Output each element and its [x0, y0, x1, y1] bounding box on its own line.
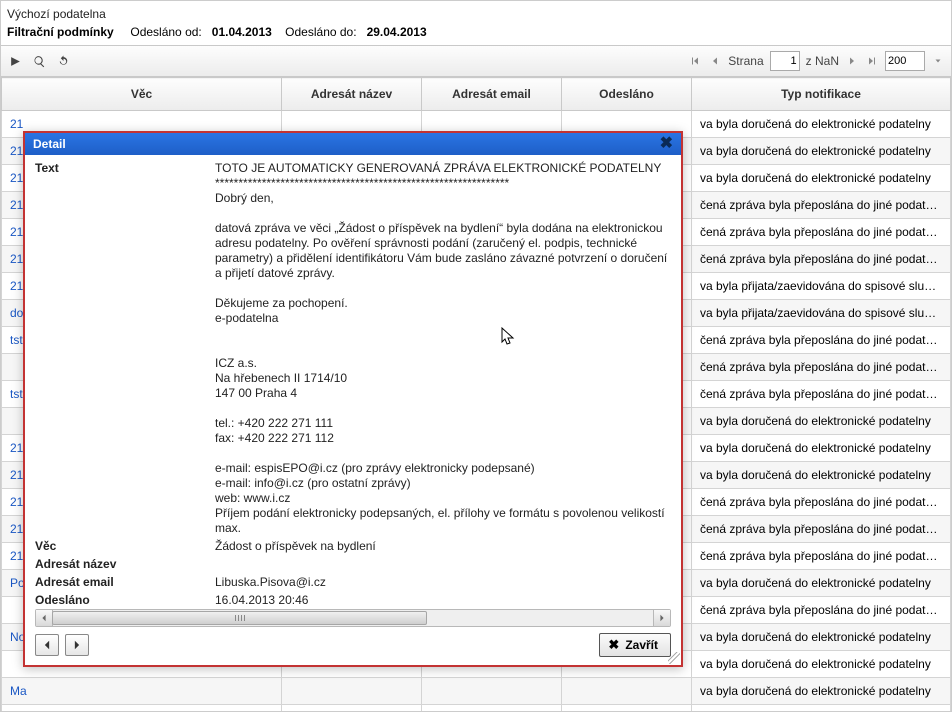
cell-typ: va byla doručená do elektronické podatel…: [692, 462, 951, 489]
detail-email-value: Libuska.Pisova@i.cz: [215, 574, 671, 590]
cell-typ: va byla přijata/zaevidována do spisové s…: [692, 300, 951, 327]
cell-typ: čená zpráva byla přeposlána do jiné poda…: [692, 354, 951, 381]
table-row[interactable]: Ma va byla doručená do elektronické podat…: [2, 678, 951, 705]
col-adresat-email[interactable]: Adresát email: [422, 78, 562, 111]
cell-typ: va byla doručená do elektronické podatel…: [692, 111, 951, 138]
detail-text-label: Text: [35, 161, 215, 536]
detail-title-text: Detail: [33, 137, 66, 151]
sent-from-label: Odesláno od:: [130, 25, 201, 39]
close-button-x-icon: ✖: [608, 637, 619, 653]
cell-typ: čená zpráva byla přeposlána do jiné poda…: [692, 246, 951, 273]
cell-typ: čená zpráva byla přeposlána do jiné poda…: [692, 516, 951, 543]
col-adresat-nazev[interactable]: Adresát název: [282, 78, 422, 111]
cell-email: [422, 678, 562, 705]
detail-nazev-label: Adresát název: [35, 556, 215, 572]
prev-record-button[interactable]: [35, 634, 59, 656]
first-page-icon[interactable]: [688, 54, 702, 68]
cell-typ: va byla přijata/zaevidována do spisové s…: [692, 273, 951, 300]
close-button[interactable]: ✖ Zavřít: [599, 633, 671, 657]
search-icon[interactable]: [31, 53, 47, 69]
sent-to-label: Odesláno do:: [285, 25, 356, 39]
detail-email-label: Adresát email: [35, 574, 215, 590]
page-label: Strana: [728, 54, 763, 68]
scroll-right-icon[interactable]: [653, 610, 670, 626]
next-record-button[interactable]: [65, 634, 89, 656]
detail-text-value: TOTO JE AUTOMATICKY GENEROVANÁ ZPRÁVA EL…: [215, 161, 671, 536]
cell-typ: va byla doručená do elektronické podatel…: [692, 165, 951, 192]
cell-typ: va byla doručená do elektronické podatel…: [692, 408, 951, 435]
col-vec[interactable]: Věc: [2, 78, 282, 111]
sent-from-value: 01.04.2013: [212, 25, 272, 39]
cell-typ: čená zpráva byla přeposlána do jiné poda…: [692, 192, 951, 219]
cell-vec: Ma: [2, 678, 282, 705]
page-size-dropdown-icon[interactable]: [931, 54, 945, 68]
cell-typ: va byla doručená do elektronické podatel…: [692, 624, 951, 651]
col-typ[interactable]: Typ notifikace: [692, 78, 951, 111]
cell-typ: čená zpráva byla přeposlána do jiné poda…: [692, 327, 951, 354]
detail-dialog: Detail ✖ Text TOTO JE AUTOMATICKY GENERO…: [23, 131, 683, 667]
prev-page-icon[interactable]: [708, 54, 722, 68]
cell-typ: čená zpráva byla přeposlána do jiné poda…: [692, 381, 951, 408]
detail-vec-value: Žádost o příspěvek na bydlení: [215, 538, 671, 554]
cell-typ: va byla doručená do elektronické podatel…: [692, 570, 951, 597]
detail-vec-label: Věc: [35, 538, 215, 554]
page-of-label: z NaN: [806, 54, 839, 68]
next-page-icon[interactable]: [845, 54, 859, 68]
table-row[interactable]: Ma va byla doručená do elektronické podat…: [2, 705, 951, 712]
toolbar: Strana z NaN: [1, 45, 951, 77]
refresh-icon[interactable]: [55, 53, 71, 69]
cell-email: [422, 705, 562, 712]
last-page-icon[interactable]: [865, 54, 879, 68]
filter-label: Filtrační podmínky: [7, 25, 114, 39]
scroll-thumb[interactable]: [52, 611, 427, 625]
page-size-input[interactable]: [885, 51, 925, 71]
cell-odeslano: [562, 678, 692, 705]
pager: Strana z NaN: [688, 51, 945, 71]
cell-odeslano: [562, 705, 692, 712]
page-title: Výchozí podatelna: [7, 5, 941, 23]
close-button-label: Zavřít: [625, 638, 658, 652]
cell-nazev: [282, 678, 422, 705]
detail-hscroll[interactable]: [35, 609, 671, 627]
cell-nazev: [282, 705, 422, 712]
detail-odeslano-label: Odesláno: [35, 592, 215, 605]
detail-titlebar[interactable]: Detail ✖: [25, 133, 681, 155]
cell-typ: čená zpráva byla přeposlána do jiné poda…: [692, 543, 951, 570]
cell-typ: va byla doručená do elektronické podatel…: [692, 705, 951, 712]
cell-vec: Ma: [2, 705, 282, 712]
cell-typ: va byla doručená do elektronické podatel…: [692, 138, 951, 165]
cell-typ: va byla doručená do elektronické podatel…: [692, 435, 951, 462]
scroll-left-icon[interactable]: [36, 610, 53, 626]
cell-typ: va byla doručená do elektronické podatel…: [692, 678, 951, 705]
sent-to-value: 29.04.2013: [367, 25, 427, 39]
close-icon[interactable]: ✖: [660, 138, 673, 150]
cell-typ: va byla doručená do elektronické podatel…: [692, 651, 951, 678]
detail-nazev-value: [215, 556, 671, 572]
cell-typ: čená zpráva byla přeposlána do jiné poda…: [692, 597, 951, 624]
cell-typ: čená zpráva byla přeposlána do jiné poda…: [692, 219, 951, 246]
action-icon[interactable]: [7, 53, 23, 69]
detail-odeslano-value: 16.04.2013 20:46: [215, 592, 671, 605]
page-number-input[interactable]: [770, 51, 800, 71]
col-odeslano[interactable]: Odesláno: [562, 78, 692, 111]
cell-typ: čená zpráva byla přeposlána do jiné poda…: [692, 489, 951, 516]
